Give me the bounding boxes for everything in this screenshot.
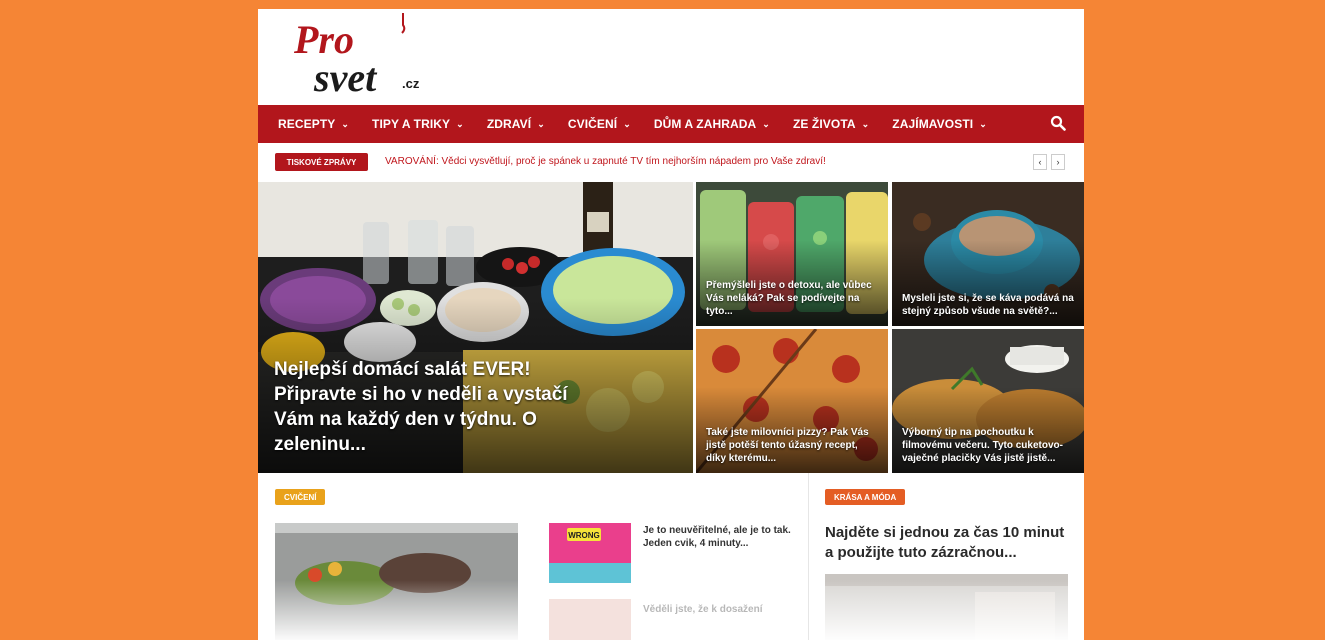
chevron-down-icon: ⌄ <box>456 118 464 129</box>
chevron-down-icon: ⌄ <box>762 118 770 129</box>
beauty-image <box>825 574 1068 640</box>
main-navigation: RECEPTY ⌄ TIPY A TRIKY ⌄ ZDRAVÍ ⌄ CVIČENÍ ⌄ … <box>258 105 1084 143</box>
section-cviceni-main-post[interactable] <box>275 523 518 640</box>
ticker-headline[interactable]: VAROVÁNÍ: Vědci vysvětlují, proč je spán… <box>385 156 826 167</box>
post-thumb-second[interactable] <box>549 599 631 640</box>
nav-item-zdravi[interactable]: ZDRAVÍ ⌄ <box>487 117 545 131</box>
section-krasa-headline[interactable]: Najděte si jednou za čas 10 minut a použ… <box>825 523 1070 563</box>
post-thumb-wrong[interactable]: WRONG <box>549 523 631 583</box>
news-ticker: TISKOVÉ ZPRÁVY VAROVÁNÍ: Vědci vysvětluj… <box>258 151 1084 175</box>
chevron-down-icon: ⌄ <box>341 118 350 129</box>
chevron-down-icon: ⌄ <box>861 118 870 129</box>
chevron-down-icon: ⌄ <box>537 118 545 129</box>
featured-post-pizza[interactable]: Také jste milovníci pizzy? Pak Vás jistě… <box>696 329 888 473</box>
nav-item-recepty[interactable]: RECEPTY ⌄ <box>278 117 349 131</box>
featured-post-pancakes-title: Výborný tip na pochoutku k filmovému več… <box>902 427 1063 464</box>
section-badge-cviceni[interactable]: CVIČENÍ <box>275 489 326 505</box>
logo-svet: svet <box>313 55 378 99</box>
featured-post-pizza-title: Také jste milovníci pizzy? Pak Vás jistě… <box>706 427 869 464</box>
ticker-badge: TISKOVÉ ZPRÁVY <box>275 153 368 171</box>
logo-tld: .cz <box>402 76 420 91</box>
ticker-prev-button[interactable]: ‹ <box>1033 154 1047 170</box>
featured-grid: Nejlepší domácí salát EVER! Připravte si… <box>258 182 1084 473</box>
featured-post-coffee[interactable]: Mysleli jste si, že se káva podává na st… <box>892 182 1084 326</box>
site-logo[interactable]: Pro svet .cz <box>294 11 444 99</box>
ticker-next-button[interactable]: › <box>1051 154 1065 170</box>
search-icon[interactable] <box>1050 115 1066 131</box>
nav-item-ze-zivota[interactable]: ZE ŽIVOTA ⌄ <box>793 117 869 131</box>
section-badge-krasa-a-moda[interactable]: KRÁSA A MÓDA <box>825 489 906 505</box>
featured-post-detox-title: Přemýšleli jste o detoxu, ale vůbec Vás … <box>706 280 872 317</box>
nav-item-dum-a-zahrada[interactable]: DŮM A ZAHRADA ⌄ <box>654 117 770 131</box>
featured-post-coffee-title: Mysleli jste si, že se káva podává na st… <box>902 293 1074 317</box>
nav-item-tipy-a-triky[interactable]: TIPY A TRIKY ⌄ <box>372 117 464 131</box>
featured-post-detox[interactable]: Přemýšleli jste o detoxu, ale vůbec Vás … <box>696 182 888 326</box>
chevron-down-icon: ⌄ <box>623 118 631 129</box>
featured-post-pancakes[interactable]: Výborný tip na pochoutku k filmovému več… <box>892 329 1084 473</box>
post-title-second[interactable]: Věděli jste, že k dosažení <box>643 603 793 616</box>
page-container: Pro svet .cz RECEPTY ⌄ TIPY A TRIKY ⌄ ZDRA… <box>258 9 1084 640</box>
grill-image <box>275 523 518 640</box>
post-title-cvik[interactable]: Je to neuvěřitelné, ale je to tak. Jeden… <box>643 524 793 550</box>
chevron-down-icon: ⌄ <box>979 118 987 129</box>
wrong-thumb-image: WRONG <box>549 523 631 583</box>
nav-item-cviceni[interactable]: CVIČENÍ ⌄ <box>568 117 631 131</box>
site-header: Pro svet .cz <box>258 9 1084 102</box>
featured-main-post[interactable]: Nejlepší domácí salát EVER! Připravte si… <box>258 182 693 473</box>
section-krasa-image[interactable] <box>825 574 1068 640</box>
featured-main-title: Nejlepší domácí salát EVER! Připravte si… <box>274 359 568 455</box>
column-divider <box>808 473 809 640</box>
wrong-thumb-label: WRONG <box>568 531 600 540</box>
nav-item-zajimavosti[interactable]: ZAJÍMAVOSTI ⌄ <box>892 117 987 131</box>
